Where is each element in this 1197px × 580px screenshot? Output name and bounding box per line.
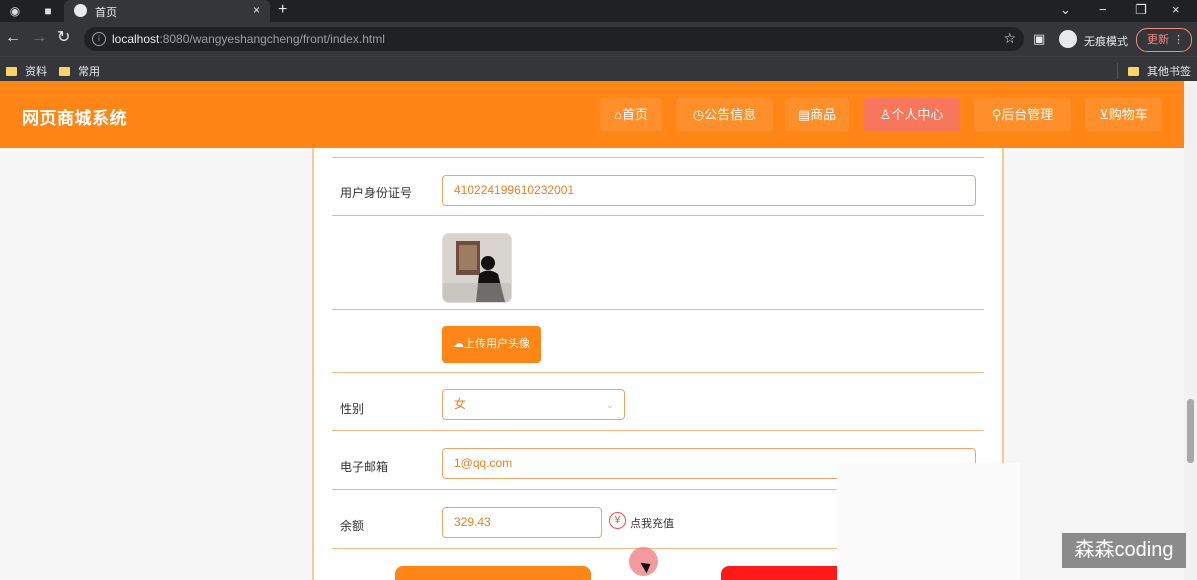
divider <box>332 215 984 216</box>
nav-cart[interactable]: ⊻购物车 <box>1085 98 1162 131</box>
orange-action-button[interactable] <box>395 566 591 580</box>
bookmark-star-icon[interactable]: ☆ <box>1003 30 1016 47</box>
bookmarks-bar: 资料 常用 其他书签 <box>0 56 1197 82</box>
link-icon: ⚲ <box>991 107 1002 122</box>
nav-products[interactable]: ▤商品 <box>785 98 849 131</box>
upload-cloud-icon: ☁ <box>453 338 464 350</box>
watermark: 森森coding <box>1062 533 1186 568</box>
nav-admin[interactable]: ⚲后台管理 <box>974 98 1071 131</box>
balance-label: 余额 <box>340 519 365 533</box>
update-button[interactable]: 更新 ⋮ <box>1136 28 1192 52</box>
user-icon: ♙ <box>879 107 892 122</box>
close-icon[interactable]: × <box>253 3 260 17</box>
bookmark-folder-data[interactable]: 资料 <box>6 63 47 79</box>
browser-tab[interactable]: 首页 × <box>64 0 270 22</box>
nav-personal-center[interactable]: ♙个人中心 <box>863 98 960 131</box>
tab-title: 首页 <box>95 7 117 19</box>
globe-icon <box>74 4 87 17</box>
address-bar[interactable]: i localhost:8080/wangyeshangcheng/front/… <box>84 27 1024 51</box>
balance-input[interactable]: 329.43 <box>442 507 602 538</box>
browser-tab-strip: ◉ ■ 首页 × + ⌄ − ❐ × <box>0 0 1197 22</box>
home-icon: ⌂ <box>614 107 622 122</box>
site-header: 网页商城系统 ⌂首页 ◷公告信息 ▤商品 ♙个人中心 ⚲后台管理 ⊻购物车 <box>0 81 1184 148</box>
incognito-label: 无痕模式 <box>1084 36 1128 48</box>
id-number-input[interactable]: 410224199610232001 <box>442 175 976 206</box>
gender-label: 性别 <box>340 402 365 416</box>
new-tab-button[interactable]: + <box>278 1 287 19</box>
avatar <box>442 233 512 303</box>
minimize-icon[interactable]: − <box>1099 2 1107 17</box>
recharge-link[interactable]: 点我充值 <box>630 515 674 531</box>
chevron-down-icon[interactable]: ⌄ <box>1060 2 1071 18</box>
upload-avatar-button[interactable]: ☁上传用户头像 <box>442 326 541 363</box>
forward-icon[interactable]: → <box>31 30 47 46</box>
folder-icon <box>1128 67 1139 76</box>
divider <box>332 372 984 373</box>
nav-home[interactable]: ⌂首页 <box>600 98 662 131</box>
url-text[interactable]: localhost:8080/wangyeshangcheng/front/in… <box>112 32 385 46</box>
incognito-icon <box>1059 30 1077 48</box>
webpage: 网页商城系统 ⌂首页 ◷公告信息 ▤商品 ♙个人中心 ⚲后台管理 ⊻购物车 用户… <box>0 81 1197 580</box>
avatar-image <box>443 234 511 302</box>
info-icon[interactable]: i <box>92 32 106 46</box>
video-overlay <box>837 463 1020 580</box>
chevron-down-icon: ⌄ <box>605 400 614 411</box>
yuan-icon[interactable]: ¥ <box>609 512 626 529</box>
cart-icon: ⊻ <box>1099 107 1109 122</box>
back-icon[interactable]: ← <box>5 30 21 46</box>
announcement-icon: ◷ <box>692 107 705 122</box>
divider <box>332 309 984 310</box>
id-number-label: 用户身份证号 <box>340 186 413 200</box>
email-label: 电子邮箱 <box>340 460 389 474</box>
nav-announcements[interactable]: ◷公告信息 <box>676 98 773 131</box>
sidebar-icon[interactable]: ▣ <box>1033 31 1045 47</box>
site-logo: 网页商城系统 <box>22 109 127 128</box>
browser-toolbar: ← → ↻ i localhost:8080/wangyeshangcheng/… <box>0 22 1197 56</box>
other-bookmarks[interactable]: 其他书签 <box>1117 63 1191 79</box>
tab-search-icon[interactable]: ■ <box>41 4 55 18</box>
restore-icon[interactable]: ❐ <box>1135 2 1147 18</box>
folder-icon <box>6 67 17 76</box>
browser-menu-icon[interactable]: ◉ <box>8 4 22 18</box>
close-window-icon[interactable]: × <box>1172 2 1180 17</box>
divider <box>332 430 984 431</box>
bookmark-folder-common[interactable]: 常用 <box>59 63 100 79</box>
gender-select[interactable]: 女 ⌄ <box>442 389 625 420</box>
shop-icon: ▤ <box>797 107 811 122</box>
page-scrollbar[interactable] <box>1184 81 1197 580</box>
divider <box>332 157 984 158</box>
folder-icon <box>59 67 70 76</box>
scrollbar-thumb[interactable] <box>1187 399 1194 463</box>
reload-icon[interactable]: ↻ <box>57 30 70 46</box>
